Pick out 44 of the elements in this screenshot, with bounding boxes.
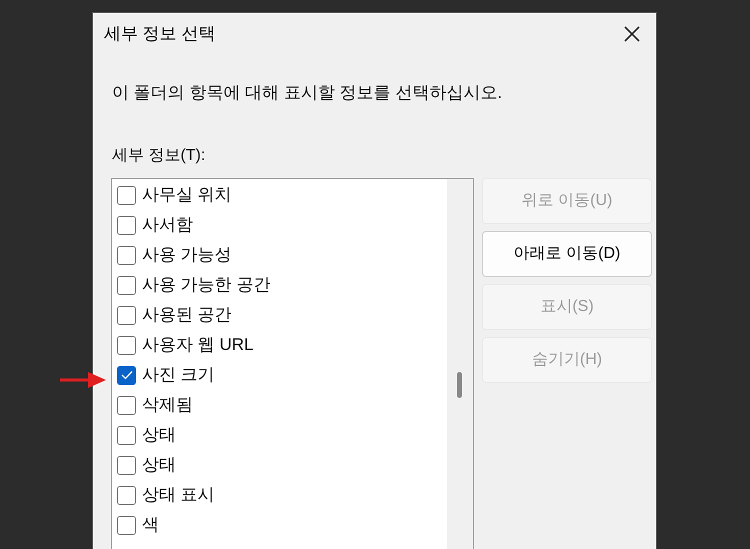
- checkbox[interactable]: [117, 306, 136, 324]
- pointer-arrow: [60, 371, 106, 389]
- item-label: 상태: [142, 454, 176, 476]
- checkbox[interactable]: [117, 396, 136, 414]
- list-item[interactable]: 사용 가능성: [112, 240, 447, 270]
- checkbox[interactable]: [117, 366, 136, 384]
- close-icon[interactable]: [622, 24, 642, 44]
- item-label: 사진 크기: [142, 364, 215, 386]
- list-item[interactable]: 사서함: [112, 210, 447, 240]
- item-label: 사용자 웹 URL: [142, 334, 254, 356]
- check-icon: [120, 370, 132, 380]
- list-item[interactable]: 사진 크기: [112, 360, 447, 390]
- list-item[interactable]: 삭제됨: [112, 390, 447, 420]
- checkbox[interactable]: [117, 186, 136, 204]
- item-label: 사서함: [142, 214, 193, 236]
- list-item[interactable]: 사용 가능한 공간: [112, 270, 447, 300]
- item-label: 상태 표시: [142, 484, 215, 506]
- checkbox[interactable]: [117, 486, 136, 504]
- checkbox[interactable]: [117, 456, 136, 474]
- list-item[interactable]: 사용된 공간: [112, 300, 447, 330]
- window-title: 세부 정보 선택: [104, 23, 216, 46]
- item-label: 사용 가능성: [142, 244, 232, 266]
- list-item[interactable]: 색: [112, 510, 447, 540]
- checkbox[interactable]: [117, 276, 136, 294]
- action-button[interactable]: 아래로 이동(D): [482, 231, 652, 277]
- checkbox[interactable]: [117, 426, 136, 444]
- scrollbar-thumb[interactable]: [457, 372, 462, 398]
- item-label: 사용된 공간: [142, 304, 232, 326]
- list-item[interactable]: 사용자 웹 URL: [112, 330, 447, 360]
- item-label: 색: [142, 514, 159, 536]
- item-label: 삭제됨: [142, 394, 193, 416]
- description-text: 이 폴더의 항목에 대해 표시할 정보를 선택하십시오.: [112, 83, 502, 102]
- list-item[interactable]: 상태: [112, 450, 447, 480]
- item-label: 사용 가능한 공간: [142, 274, 270, 296]
- item-label: 상태: [142, 424, 176, 446]
- list-item[interactable]: 상태 표시: [112, 480, 447, 510]
- list-item[interactable]: 상태: [112, 420, 447, 450]
- checkbox[interactable]: [117, 246, 136, 264]
- checkbox[interactable]: [117, 516, 136, 534]
- item-label: 사무실 위치: [142, 184, 232, 206]
- details-label: 세부 정보(T):: [112, 147, 206, 164]
- checkbox[interactable]: [117, 216, 136, 234]
- checkbox[interactable]: [117, 336, 136, 354]
- list-item[interactable]: 사무실 위치: [112, 180, 447, 210]
